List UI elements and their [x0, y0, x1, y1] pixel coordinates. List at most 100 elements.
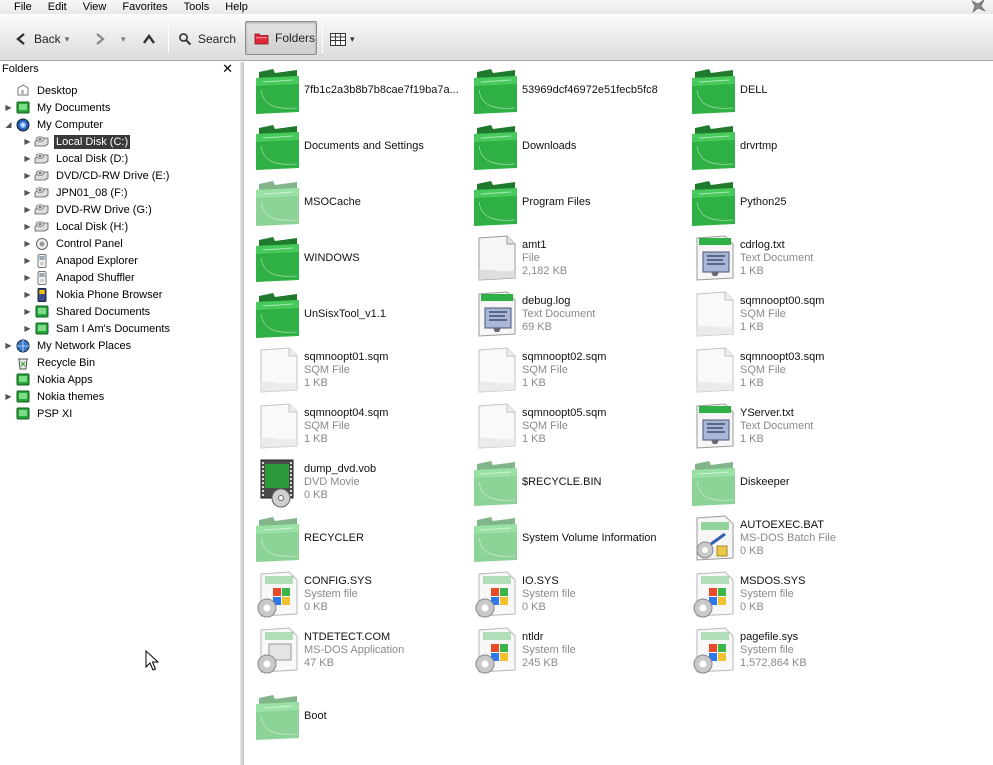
tree-item[interactable]: Nokia Apps — [0, 371, 241, 388]
views-button[interactable]: ▾ — [330, 24, 360, 54]
file-item-text: cdrlog.txt Text Document 1 KB — [740, 239, 813, 278]
tree-item[interactable]: ▶ Local Disk (H:) — [0, 218, 241, 235]
tree-item[interactable]: ▶ My Documents — [0, 99, 241, 116]
tree-item[interactable]: PSP XI — [0, 405, 241, 422]
tree-item[interactable]: ▶ DVD/CD-RW Drive (E:) — [0, 167, 241, 184]
tree-item[interactable]: ▶ Shared Documents — [0, 303, 241, 320]
expand-arrow-icon[interactable]: ▶ — [23, 239, 32, 248]
file-item[interactable]: System Volume Information — [463, 510, 679, 566]
file-item[interactable]: sqmnoopt04.sqm SQM File 1 KB — [245, 398, 461, 454]
file-item[interactable]: ntldr System file 245 KB — [463, 622, 679, 678]
file-item[interactable]: $RECYCLE.BIN — [463, 454, 679, 510]
file-size: 1 KB — [740, 320, 764, 333]
menu-file[interactable]: File — [0, 1, 40, 14]
file-item[interactable]: MSDOS.SYS System file 0 KB — [681, 566, 897, 622]
file-size: 0 KB — [740, 600, 764, 613]
tree-item[interactable]: ▶ Anapod Shuffler — [0, 269, 241, 286]
file-item[interactable]: sqmnoopt05.sqm SQM File 1 KB — [463, 398, 679, 454]
folders-button[interactable]: Folders — [245, 21, 317, 55]
tree-item[interactable]: ▶ Local Disk (C:) — [0, 133, 241, 150]
file-item[interactable]: drvrtmp — [681, 118, 897, 174]
search-button[interactable]: Search — [178, 24, 240, 54]
file-name: MSOCache — [304, 195, 361, 208]
file-item[interactable]: IO.SYS System file 0 KB — [463, 566, 679, 622]
file-item[interactable]: sqmnoopt01.sqm SQM File 1 KB — [245, 342, 461, 398]
back-button[interactable]: Back ▾ — [14, 24, 74, 54]
file-item-text: sqmnoopt04.sqm SQM File 1 KB — [304, 407, 388, 446]
file-item[interactable]: MSOCache — [245, 174, 461, 230]
file-item-text: NTDETECT.COM MS-DOS Application 47 KB — [304, 631, 404, 670]
expand-arrow-icon[interactable]: ▶ — [23, 273, 32, 282]
expand-arrow-icon[interactable]: ▶ — [4, 103, 13, 112]
back-dropdown-icon[interactable]: ▾ — [65, 34, 70, 45]
expand-arrow-icon[interactable]: ◢ — [4, 120, 13, 129]
tree-item[interactable]: Desktop — [0, 82, 241, 99]
file-item[interactable]: debug.log Text Document 69 KB — [463, 286, 679, 342]
tree-item[interactable]: ▶ Nokia Phone Browser — [0, 286, 241, 303]
expand-arrow-icon[interactable]: ▶ — [23, 307, 32, 316]
menu-edit[interactable]: Edit — [40, 1, 75, 14]
file-item[interactable]: pagefile.sys System file 1,572,864 KB — [681, 622, 897, 678]
file-item[interactable]: Boot — [245, 688, 461, 744]
tree-item[interactable]: ◢ My Computer — [0, 116, 241, 133]
expand-arrow-icon[interactable]: ▶ — [23, 324, 32, 333]
menu-help[interactable]: Help — [217, 1, 256, 14]
file-item[interactable]: 7fb1c2a3b8b7b8cae7f19ba7a... — [245, 62, 461, 118]
file-item[interactable]: cdrlog.txt Text Document 1 KB — [681, 230, 897, 286]
file-item[interactable]: dump_dvd.vob DVD Movie 0 KB — [245, 454, 461, 510]
file-item[interactable]: NTDETECT.COM MS-DOS Application 47 KB — [245, 622, 461, 678]
tree-item[interactable]: ▶ DVD-RW Drive (G:) — [0, 201, 241, 218]
file-item[interactable]: Diskeeper — [681, 454, 897, 510]
expand-arrow-icon[interactable]: ▶ — [23, 188, 32, 197]
file-item[interactable]: WINDOWS — [245, 230, 461, 286]
forward-button[interactable] — [93, 24, 109, 54]
expand-arrow-icon[interactable]: ▶ — [23, 171, 32, 180]
tree-item[interactable]: ▶ Anapod Explorer — [0, 252, 241, 269]
file-type: System file — [522, 643, 576, 656]
file-item[interactable]: sqmnoopt00.sqm SQM File 1 KB — [681, 286, 897, 342]
tree-item[interactable]: ▶ Control Panel — [0, 235, 241, 252]
file-name: RECYCLER — [304, 531, 364, 544]
file-size: 1 KB — [740, 432, 764, 445]
expand-arrow-icon[interactable]: ▶ — [23, 205, 32, 214]
expand-arrow-icon[interactable]: ▶ — [23, 222, 32, 231]
file-item[interactable]: Program Files — [463, 174, 679, 230]
expand-arrow-icon[interactable]: ▶ — [23, 256, 32, 265]
expand-arrow-icon[interactable]: ▶ — [23, 154, 32, 163]
file-size: 0 KB — [522, 600, 546, 613]
file-item[interactable]: amt1 File 2,182 KB — [463, 230, 679, 286]
phone-icon — [34, 287, 50, 302]
tree-item[interactable]: Recycle Bin — [0, 354, 241, 371]
ipod-icon — [34, 253, 50, 268]
forward-dropdown-icon[interactable]: ▾ — [121, 24, 131, 54]
menu-favorites[interactable]: Favorites — [114, 1, 175, 14]
file-item[interactable]: RECYCLER — [245, 510, 461, 566]
file-item[interactable]: Python25 — [681, 174, 897, 230]
file-item[interactable]: Documents and Settings — [245, 118, 461, 174]
file-item[interactable]: YServer.txt Text Document 1 KB — [681, 398, 897, 454]
tree-item[interactable]: ▶ My Network Places — [0, 337, 241, 354]
file-item-text: sqmnoopt01.sqm SQM File 1 KB — [304, 351, 388, 390]
pane-splitter[interactable] — [240, 62, 243, 765]
expand-arrow-icon[interactable]: ▶ — [4, 341, 13, 350]
menu-tools[interactable]: Tools — [176, 1, 218, 14]
file-item[interactable]: UnSisxTool_v1.1 — [245, 286, 461, 342]
expand-arrow-icon[interactable]: ▶ — [23, 137, 32, 146]
close-icon[interactable]: ✕ — [222, 62, 233, 76]
file-item[interactable]: sqmnoopt02.sqm SQM File 1 KB — [463, 342, 679, 398]
menu-view[interactable]: View — [75, 1, 115, 14]
file-item[interactable]: sqmnoopt03.sqm SQM File 1 KB — [681, 342, 897, 398]
file-item[interactable]: DELL — [681, 62, 897, 118]
file-item[interactable]: Downloads — [463, 118, 679, 174]
folders-pane-header: Folders ✕ — [0, 62, 243, 77]
expand-arrow-icon[interactable]: ▶ — [4, 392, 13, 401]
tree-item[interactable]: ▶ Local Disk (D:) — [0, 150, 241, 167]
file-item[interactable]: CONFIG.SYS System file 0 KB — [245, 566, 461, 622]
expand-arrow-icon[interactable]: ▶ — [23, 290, 32, 299]
tree-item[interactable]: ▶ Sam I Am's Documents — [0, 320, 241, 337]
file-item[interactable]: AUTOEXEC.BAT MS-DOS Batch File 0 KB — [681, 510, 897, 566]
tree-item[interactable]: ▶ Nokia themes — [0, 388, 241, 405]
up-folder-button[interactable] — [142, 24, 158, 54]
file-item[interactable]: 53969dcf46972e51fecb5fc8 — [463, 62, 679, 118]
tree-item[interactable]: ▶ JPN01_08 (F:) — [0, 184, 241, 201]
